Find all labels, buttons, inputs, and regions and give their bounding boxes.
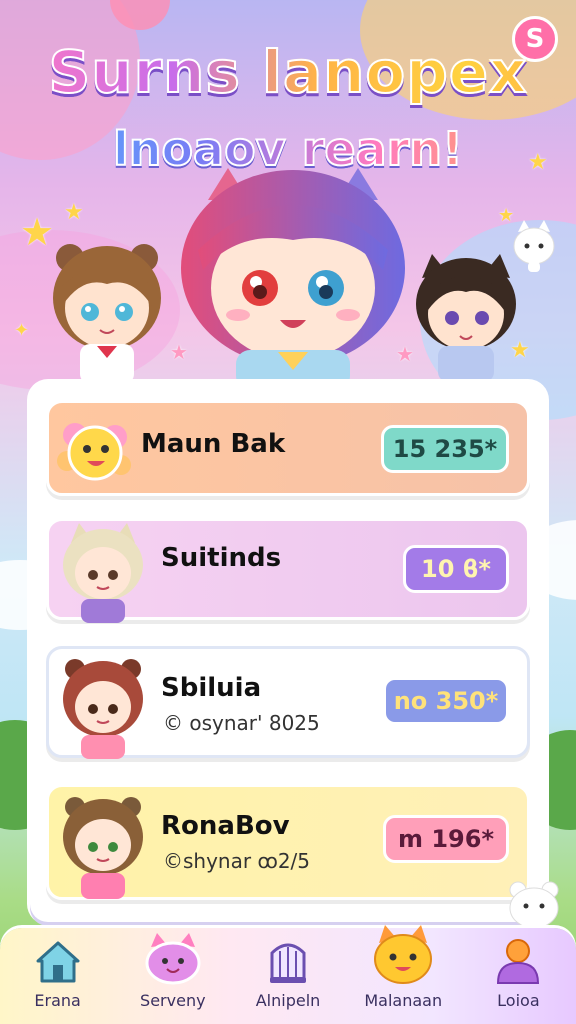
score-badge: 15 235* (381, 425, 509, 473)
nav-item-pets[interactable]: Serveny (115, 928, 230, 1024)
nav-item-cage[interactable]: Alnipeln (230, 928, 345, 1024)
hero-main-character (181, 168, 405, 390)
nav-item-home[interactable]: Erana (0, 928, 115, 1024)
bear-mascot-icon (509, 881, 559, 928)
nav-item-mascot[interactable]: Malanaan (346, 925, 461, 1024)
score-badge: 10 ϐ* (403, 545, 509, 593)
leaderboard-row[interactable]: Suitinds 10 ϐ* (46, 518, 530, 623)
player-name: Maun Bak (141, 429, 286, 459)
profile-icon (497, 939, 540, 984)
bottom-nav: Erana Serveny Alnipeln Malanaan Loioa (0, 925, 576, 1024)
player-avatar (63, 659, 143, 759)
nav-label: Erana (34, 991, 81, 1010)
score-badge: m 196* (383, 815, 509, 863)
leaderboard-row[interactable]: RonaBov ©shynar ꝏ2/5 m 196* (46, 784, 530, 900)
nav-label: Loioa (497, 991, 540, 1010)
nav-item-profile[interactable]: Loioa (461, 928, 576, 1024)
leaderboard-row[interactable]: Sbiluia © osynar' 8025 no 350* (46, 646, 530, 759)
hero-boy-right (416, 254, 516, 382)
cage-icon (270, 943, 306, 983)
player-subtext: ©shynar ꝏ2/5 (163, 849, 311, 873)
game-title: Surns lanopex (0, 37, 576, 107)
score-badge: no 350* (383, 677, 509, 725)
leaderboard-row[interactable]: Maun Bak 15 235* (46, 400, 530, 496)
player-name: Suitinds (161, 543, 282, 573)
player-name: RonaBov (161, 811, 290, 841)
nav-label: Malanaan (364, 991, 443, 1010)
player-avatar (63, 797, 143, 899)
home-icon (36, 941, 80, 983)
cat-mascot-icon (374, 925, 433, 984)
nav-label: Alnipeln (255, 991, 321, 1010)
sunflower-avatar-icon (57, 423, 131, 481)
player-subtext: © osynar' 8025 (163, 711, 320, 735)
player-name: Sbiluia (161, 673, 262, 703)
ghost-cat-icon (513, 220, 555, 272)
hero-girl-left (53, 244, 161, 384)
player-avatar (63, 523, 143, 623)
pet-icon (145, 933, 201, 985)
nav-label: Serveny (140, 991, 206, 1010)
